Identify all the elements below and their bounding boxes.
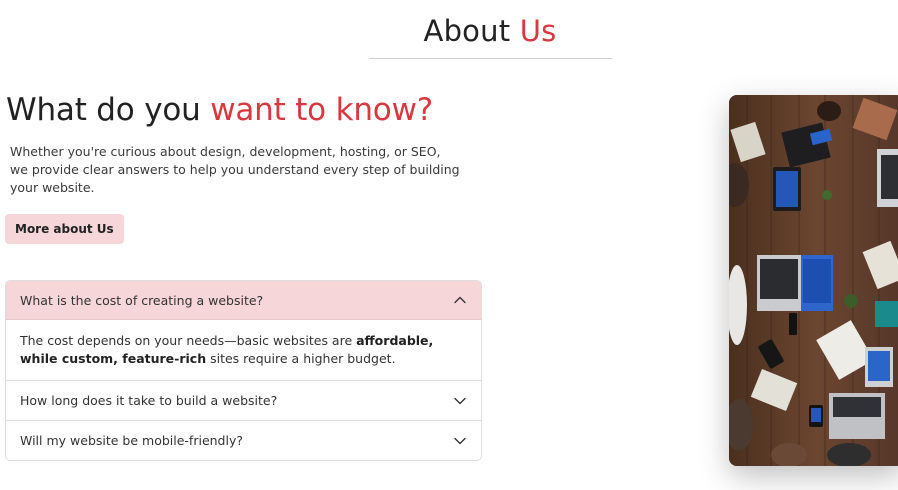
team-meeting-illustration	[729, 95, 898, 466]
chevron-down-icon	[454, 397, 466, 404]
page-title-main: About	[423, 14, 511, 48]
hero-heading-main: What do you	[6, 92, 201, 128]
page-title-accent: Us	[519, 14, 557, 48]
faq-item-mobile: Will my website be mobile-friendly?	[6, 420, 481, 460]
faq-question-mobile[interactable]: Will my website be mobile-friendly?	[6, 421, 481, 460]
faq-question-cost[interactable]: What is the cost of creating a website?	[6, 281, 481, 320]
faq-item-duration: How long does it take to build a website…	[6, 380, 481, 420]
faq-accordion: What is the cost of creating a website? …	[5, 280, 482, 461]
title-divider	[369, 58, 612, 59]
faq-item-cost: What is the cost of creating a website? …	[6, 281, 481, 380]
hero-heading-accent: want to know?	[210, 92, 433, 128]
hero-description: Whether you're curious about design, dev…	[10, 144, 460, 195]
faq-question-label: Will my website be mobile-friendly?	[20, 433, 243, 448]
faq-question-duration[interactable]: How long does it take to build a website…	[6, 381, 481, 420]
faq-answer-cost: The cost depends on your needs—basic web…	[6, 320, 481, 380]
faq-answer-text: The cost depends on your needs—basic web…	[20, 333, 357, 348]
faq-question-label: What is the cost of creating a website?	[20, 292, 264, 308]
page-title: About Us	[0, 14, 898, 48]
faq-answer-text-end: sites require a higher budget.	[206, 351, 396, 366]
hero-heading: What do you want to know?	[6, 92, 433, 128]
chevron-up-icon	[454, 296, 466, 304]
chevron-down-icon	[454, 437, 466, 444]
more-about-us-button[interactable]: More about Us	[5, 214, 124, 244]
faq-question-label: How long does it take to build a website…	[20, 393, 278, 408]
team-meeting-photo	[729, 95, 898, 466]
